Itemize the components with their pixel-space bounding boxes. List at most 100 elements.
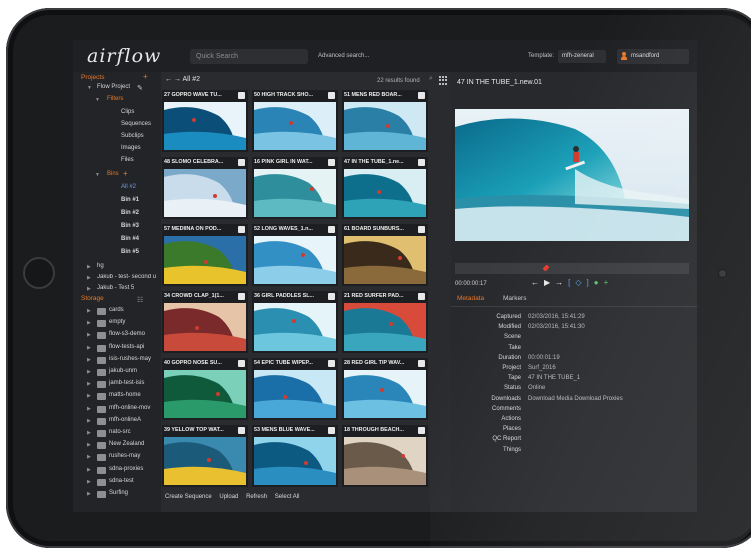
clip-tile[interactable]: 54 EPIC TUBE WIPEP... bbox=[252, 358, 338, 420]
add-marker-icon[interactable]: ● bbox=[594, 278, 604, 287]
storage-item[interactable]: jakub-unm bbox=[109, 368, 137, 374]
storage-settings-icon[interactable]: ☷ bbox=[137, 296, 143, 304]
collapse-arrow-icon[interactable]: ▶ bbox=[87, 332, 91, 338]
clip-tile[interactable]: 28 RED GIRL TIP WAV... bbox=[342, 358, 428, 420]
filter-item[interactable]: Clips bbox=[121, 109, 134, 115]
tab-metadata[interactable]: Metadata bbox=[457, 295, 484, 302]
select-checkbox[interactable] bbox=[238, 92, 245, 99]
collapse-arrow-icon[interactable]: ▶ bbox=[87, 442, 91, 448]
storage-item[interactable]: New Zealand bbox=[109, 441, 144, 447]
select-checkbox[interactable] bbox=[328, 360, 335, 367]
collapse-arrow-icon[interactable]: ▶ bbox=[87, 393, 91, 399]
collapse-arrow-icon[interactable]: ▶ bbox=[87, 345, 91, 351]
quick-search-input[interactable]: Quick Search bbox=[190, 49, 308, 64]
collapse-arrow-icon[interactable]: ▶ bbox=[87, 286, 91, 292]
playhead-marker[interactable] bbox=[544, 263, 548, 274]
bin-item[interactable]: Bin #1 bbox=[121, 197, 139, 203]
select-checkbox[interactable] bbox=[418, 293, 425, 300]
storage-item[interactable]: empty bbox=[109, 319, 125, 325]
user-menu[interactable]: msandford bbox=[617, 49, 689, 64]
sidebar-item-project[interactable]: Jakub - test- second u bbox=[97, 274, 159, 280]
select-checkbox[interactable] bbox=[238, 427, 245, 434]
collapse-arrow-icon[interactable]: ▶ bbox=[87, 418, 91, 424]
clip-tile[interactable]: 51 MENS RED BOAR... bbox=[342, 90, 428, 152]
collapse-arrow-icon[interactable]: ▶ bbox=[87, 357, 91, 363]
edit-icon[interactable]: ✎ bbox=[137, 84, 143, 92]
clip-tile[interactable]: 36 GIRL PADDLES SL... bbox=[252, 291, 338, 353]
select-checkbox[interactable] bbox=[418, 427, 425, 434]
sidebar-item-project[interactable]: Flow Project bbox=[97, 84, 130, 90]
back-arrow-icon[interactable]: ← bbox=[531, 278, 544, 287]
upload-button[interactable]: Upload bbox=[219, 494, 238, 500]
sidebar-item-project[interactable]: Jakub - Test 5 bbox=[97, 285, 134, 291]
storage-item[interactable]: flow-s3-demo bbox=[109, 331, 145, 337]
video-player[interactable] bbox=[455, 109, 689, 241]
bin-item[interactable]: Bin #4 bbox=[121, 236, 139, 242]
marker-icon[interactable]: ◇ bbox=[575, 278, 586, 287]
select-checkbox[interactable] bbox=[328, 159, 335, 166]
metadata-value[interactable]: Download Media Download Proxies bbox=[528, 396, 623, 402]
clip-tile[interactable]: 57 MEDIINA ON POD... bbox=[162, 224, 248, 286]
metadata-value[interactable]: Surf_2016 bbox=[528, 365, 556, 371]
expand-arrow-icon[interactable]: ▼ bbox=[87, 85, 92, 91]
clip-tile[interactable]: 61 BOARD SUNBURS... bbox=[342, 224, 428, 286]
collapse-arrow-icon[interactable]: ▶ bbox=[87, 264, 91, 270]
storage-item[interactable]: sdna-test bbox=[109, 478, 134, 484]
select-checkbox[interactable] bbox=[238, 226, 245, 233]
clip-tile[interactable]: 16 PINK GIRL IN WAT... bbox=[252, 157, 338, 219]
advanced-search-link[interactable]: Advanced search... bbox=[318, 53, 369, 59]
collapse-arrow-icon[interactable]: ▶ bbox=[87, 381, 91, 387]
storage-item[interactable]: flow-tests-api bbox=[109, 344, 144, 350]
select-checkbox[interactable] bbox=[418, 360, 425, 367]
select-checkbox[interactable] bbox=[328, 293, 335, 300]
storage-item[interactable]: Surfing bbox=[109, 490, 128, 496]
select-checkbox[interactable] bbox=[418, 92, 425, 99]
select-all-button[interactable]: Select All bbox=[275, 494, 300, 500]
storage-item[interactable]: cards bbox=[109, 307, 124, 313]
select-checkbox[interactable] bbox=[328, 92, 335, 99]
collapse-arrow-icon[interactable]: ▶ bbox=[87, 430, 91, 436]
metadata-value[interactable]: Online bbox=[528, 385, 545, 391]
clip-tile[interactable]: 47 IN THE TUBE_1.ne... bbox=[342, 157, 428, 219]
select-checkbox[interactable] bbox=[238, 293, 245, 300]
select-checkbox[interactable] bbox=[328, 427, 335, 434]
search-icon[interactable]: ⌕ bbox=[429, 75, 433, 83]
storage-item[interactable]: mfh-onlineA bbox=[109, 417, 141, 423]
expand-arrow-icon[interactable]: ▼ bbox=[95, 97, 100, 103]
back-arrow-icon[interactable]: ← bbox=[165, 76, 172, 83]
clip-tile[interactable]: 52 LONG WAVES_1.n... bbox=[252, 224, 338, 286]
clip-tile[interactable]: 18 THROUGH BEACH... bbox=[342, 425, 428, 487]
add-icon[interactable]: + bbox=[604, 278, 614, 287]
clip-tile[interactable]: 48 SLOMO CELEBRA... bbox=[162, 157, 248, 219]
storage-item[interactable]: nato-src bbox=[109, 429, 131, 435]
collapse-arrow-icon[interactable]: ▶ bbox=[87, 308, 91, 314]
forward-arrow-icon[interactable]: → bbox=[174, 76, 181, 83]
mark-out-icon[interactable]: ] bbox=[587, 278, 594, 287]
template-select[interactable]: mfh-zeneral bbox=[558, 50, 606, 63]
forward-arrow-icon[interactable]: → bbox=[555, 278, 568, 287]
add-bin-plus-icon[interactable]: + bbox=[123, 169, 128, 178]
storage-item[interactable]: matts-home bbox=[109, 392, 141, 398]
collapse-arrow-icon[interactable]: ▶ bbox=[87, 491, 91, 497]
timeline-scrubber[interactable] bbox=[455, 263, 689, 274]
clip-tile[interactable]: 21 RED SURFER PAD... bbox=[342, 291, 428, 353]
clip-tile[interactable]: 39 YELLOW TOP WAT... bbox=[162, 425, 248, 487]
bin-item[interactable]: Bin #2 bbox=[121, 210, 139, 216]
storage-item[interactable]: rushes-may bbox=[109, 453, 140, 459]
storage-item[interactable]: mfh-online-mov bbox=[109, 405, 150, 411]
storage-item[interactable]: isis-rushes-may bbox=[109, 356, 151, 362]
refresh-button[interactable]: Refresh bbox=[246, 494, 267, 500]
play-icon[interactable]: ▶ bbox=[544, 278, 555, 287]
add-project-plus-icon[interactable]: + bbox=[143, 72, 148, 81]
storage-item[interactable]: jamb-test-isis bbox=[109, 380, 144, 386]
metadata-value[interactable]: 02/03/2016, 15:41:30 bbox=[528, 324, 585, 330]
clip-tile[interactable]: 53 MENS BLUE WAVE... bbox=[252, 425, 338, 487]
storage-item[interactable]: sdna-proxies bbox=[109, 466, 143, 472]
collapse-arrow-icon[interactable]: ▶ bbox=[87, 479, 91, 485]
metadata-value[interactable]: 47 IN THE TUBE_1 bbox=[528, 375, 580, 381]
metadata-value[interactable]: 02/03/2016, 15:41:29 bbox=[528, 314, 585, 320]
tab-markers[interactable]: Markers bbox=[503, 295, 526, 302]
metadata-value[interactable]: 00:00:01:19 bbox=[528, 355, 560, 361]
filter-item[interactable]: Images bbox=[121, 145, 141, 151]
collapse-arrow-icon[interactable]: ▶ bbox=[87, 320, 91, 326]
